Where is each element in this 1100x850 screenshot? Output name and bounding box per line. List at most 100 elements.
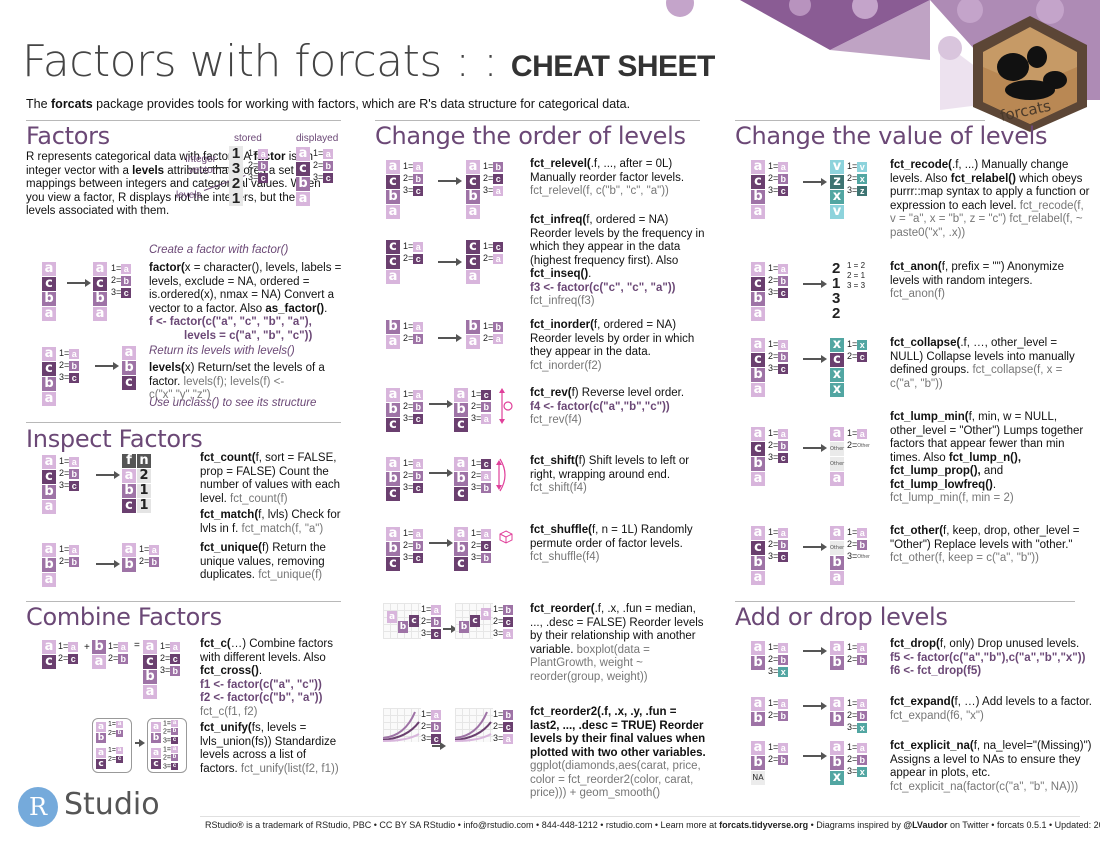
other-label: Other <box>857 553 870 560</box>
cell: 2 <box>137 469 151 483</box>
section-title-value: Change the value of levels <box>735 122 1048 150</box>
reorder-description: fct_reorder(.f, .x, .fun = median, ..., … <box>530 603 705 684</box>
arrow-icon <box>438 177 462 185</box>
level-mapping: 1= a 2= b 3= c <box>768 262 789 298</box>
example: fct_anon(f) <box>890 288 945 300</box>
anon-mapping: 1 = 22 = 13 = 3 <box>847 261 865 291</box>
code-example: f6 <- fct_drop(f5) <box>890 665 982 677</box>
level-mapping: 1= a 2= b 3= c <box>403 388 424 424</box>
level-mapping: 1= a 2= b 3= c <box>768 338 789 374</box>
level-mapping: 1= a 2= b 3= c <box>421 708 442 744</box>
level-mapping: 1= a 2= c <box>58 640 79 664</box>
level-mapping: 1= a 2= b 3= c <box>59 347 80 383</box>
boxplot-before: a b c <box>383 603 421 639</box>
output-factor: ab <box>122 543 136 572</box>
level-mapping: 1= b 2= c 3= a <box>483 160 504 196</box>
intro-post: package provides tools for working with … <box>92 97 631 111</box>
dice-icon <box>499 530 513 544</box>
text: and <box>980 465 1004 477</box>
text: R represents categorical data with facto… <box>26 151 254 163</box>
stored-int: 1 <box>231 145 241 162</box>
function-name: fct_infreq( <box>530 214 587 226</box>
level-mapping: 1= a 2= c 3= b <box>160 640 181 676</box>
input-factor: ab <box>751 641 765 670</box>
c-description: fct_c(…) Combine factors with different … <box>200 638 333 718</box>
input-factor: acba <box>751 160 765 219</box>
function-name: fct_inseq() <box>530 268 589 280</box>
arrow-icon <box>438 334 462 342</box>
other-label: Other <box>857 442 870 449</box>
anon-value: 2 <box>832 260 841 277</box>
footer-divider <box>200 816 1080 817</box>
function-name: fct_shuffle( <box>530 524 592 536</box>
input-factor: abc <box>386 457 400 501</box>
anon-value: 2 <box>832 305 841 322</box>
section-title-order: Change the order of levels <box>375 122 686 150</box>
input-factor: cca <box>386 240 400 284</box>
section-title-factors: Factors <box>26 122 110 150</box>
other-description: fct_other(f, keep, drop, other_level = "… <box>890 525 1095 566</box>
function-name: fct_explicit_na( <box>890 740 974 752</box>
line-plot-after <box>454 708 493 742</box>
factor: ab <box>151 722 161 743</box>
output-factor: cca <box>466 240 480 284</box>
section-title-inspect: Inspect Factors <box>26 425 203 453</box>
level-mapping: 1= a 2= b <box>59 543 80 567</box>
input-factor: acba <box>751 338 765 397</box>
twitter-handle[interactable]: @LVaudor <box>903 820 947 830</box>
curves <box>382 711 420 742</box>
section-divider <box>735 601 1075 602</box>
anon-description: fct_anon(f, prefix = "") Anonymize level… <box>890 261 1090 302</box>
function-name: as_factor() <box>265 302 325 315</box>
title-cheat-sheet: CHEAT SHEET <box>510 50 715 83</box>
count-table: fn a2 b1 c1 <box>122 454 151 513</box>
drop-description: fct_drop(f, only) Drop unused levels. f5 … <box>890 638 1095 679</box>
arrow-icon <box>803 178 827 186</box>
anonymized-values: 2 1 3 2 <box>832 261 840 321</box>
example: fct_inorder(f2) <box>530 359 602 372</box>
section-divider <box>26 422 341 423</box>
function-name: fct_cross() <box>200 665 259 677</box>
unclass-note: Use unclass() to see its structure <box>149 397 317 409</box>
section-title-adddrop: Add or drop levels <box>735 603 948 631</box>
table-header: n <box>137 454 151 468</box>
function-name: fct_drop( <box>890 638 940 650</box>
footer-text-1: RStudio® is a trademark of RStudio, PBC … <box>205 820 720 830</box>
level-mapping: 1= a 2= b <box>768 741 789 765</box>
code-example: f2 <- factor(c("b", "a")) <box>200 692 323 704</box>
section-title-combine: Combine Factors <box>26 603 222 631</box>
label-stored: stored <box>234 133 262 144</box>
function-name: fct_match( <box>200 509 259 521</box>
arrow-icon <box>803 752 827 760</box>
label-levels: levels <box>176 190 202 201</box>
arrow-icon <box>429 469 453 477</box>
level-mapping: 1= a 2= b 3=Other <box>847 527 870 561</box>
example: fct_shift(f4) <box>530 482 587 494</box>
level-mapping: 1= a 2= b <box>403 320 424 344</box>
output-factor: a Other b a <box>830 525 845 585</box>
code-example: f3 <- factor(c("c", "c", "a")) <box>530 281 676 294</box>
text: f, …) Add levels to a factor. <box>954 696 1092 708</box>
function-name: fct_lump_min( <box>890 411 969 423</box>
tile-a: a <box>296 192 310 206</box>
count-description: fct_count(f, sort = FALSE, prop = FALSE)… <box>200 452 345 506</box>
title-main: Factors with forcats : : <box>22 36 511 87</box>
section-divider <box>26 120 341 121</box>
recode-description: fct_recode(.f, ...) Manually change leve… <box>890 159 1090 240</box>
factor-description: factor(x = character(), levels, labels =… <box>149 262 342 342</box>
level-mapping: 1= a 2= b <box>108 720 123 737</box>
output-factor: vzxv <box>830 160 844 219</box>
section-divider <box>735 120 985 121</box>
input-vector: acba <box>42 262 56 321</box>
level-mapping: 1= a 2= b 3= c <box>163 746 178 771</box>
stored-int: 3 <box>231 160 241 177</box>
level-mapping: 1= a 2= b 3= c <box>111 262 132 298</box>
level-mapping: 1= a 2= c <box>403 240 424 264</box>
footer-link[interactable]: forcats.tidyverse.org <box>719 820 808 830</box>
stored-int: 1 <box>231 190 241 207</box>
level-mapping: 1= a 2= b 3= c <box>313 147 334 183</box>
level-mapping: 1= a 2= b 3= c <box>403 160 424 196</box>
intro-package: forcats <box>51 97 93 111</box>
tile-a: a <box>296 147 310 161</box>
shift-arrows-icon <box>496 458 506 492</box>
